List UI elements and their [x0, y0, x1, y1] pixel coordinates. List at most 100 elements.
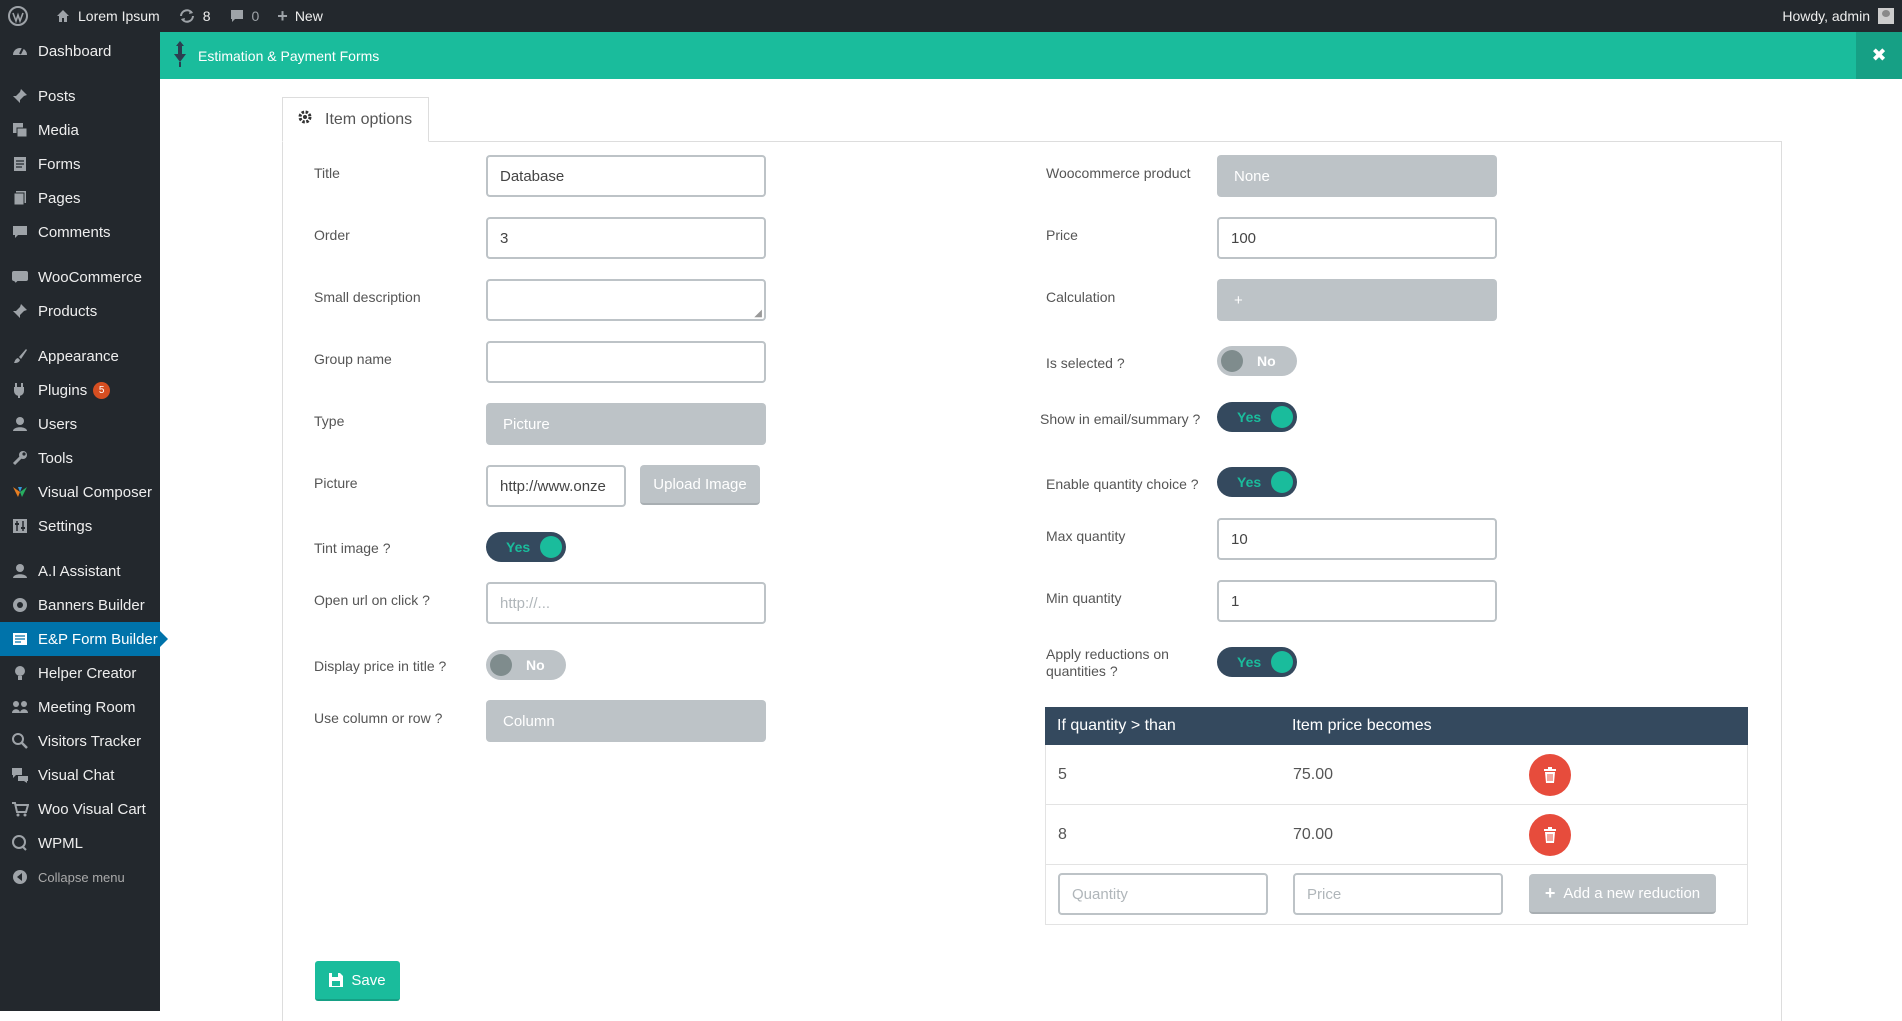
- display-price-label: Display price in title ?: [314, 658, 447, 674]
- small-description-textarea[interactable]: ◢: [486, 279, 766, 321]
- price-input[interactable]: 100: [1217, 217, 1497, 259]
- woocommerce-product-select[interactable]: None: [1217, 155, 1497, 197]
- is-selected-label: Is selected ?: [1046, 355, 1125, 371]
- comments-count: 0: [251, 8, 260, 24]
- new-quantity-input[interactable]: Quantity: [1058, 873, 1268, 915]
- toggle-knob: [1271, 651, 1293, 673]
- calculation-select[interactable]: +: [1217, 279, 1497, 321]
- min-quantity-input[interactable]: 1: [1217, 580, 1497, 622]
- sidebar-item-dashboard[interactable]: Dashboard: [0, 34, 160, 68]
- sidebar-item-meeting-room[interactable]: Meeting Room: [0, 690, 160, 724]
- calculation-label: Calculation: [1046, 289, 1116, 305]
- row-quantity: 8: [1058, 825, 1067, 843]
- max-quantity-label: Max quantity: [1046, 528, 1126, 544]
- column-header-quantity: If quantity > than: [1057, 717, 1176, 734]
- bulb-icon: [10, 663, 30, 683]
- site-name-link[interactable]: Lorem Ipsum: [55, 8, 160, 24]
- show-in-email-label: Show in email/summary ?: [1040, 411, 1201, 427]
- open-url-label: Open url on click ?: [314, 592, 430, 608]
- group-name-input[interactable]: [486, 341, 766, 383]
- open-url-input[interactable]: http://...: [486, 582, 766, 624]
- sidebar-item-pages[interactable]: Pages: [0, 181, 160, 215]
- enable-quantity-label: Enable quantity choice ?: [1046, 476, 1199, 492]
- woocommerce-icon: [10, 267, 30, 287]
- delete-reduction-button[interactable]: [1529, 753, 1571, 796]
- tab-item-options[interactable]: Item options: [282, 97, 429, 142]
- updates-icon: [179, 9, 194, 23]
- column-row-select[interactable]: Column: [486, 700, 766, 742]
- sidebar-item-posts[interactable]: Posts: [0, 79, 160, 113]
- max-quantity-input[interactable]: 10: [1217, 518, 1497, 560]
- settings-icon: [10, 516, 30, 536]
- order-label: Order: [314, 227, 350, 243]
- forms-icon: [10, 154, 30, 174]
- dashboard-icon: [10, 41, 30, 61]
- show-in-email-toggle[interactable]: Yes: [1217, 402, 1297, 432]
- apply-reductions-label: Apply reductions on quantities ?: [1046, 646, 1169, 679]
- new-content-link[interactable]: + New: [277, 6, 323, 27]
- sidebar-item-appearance[interactable]: Appearance: [0, 339, 160, 373]
- wordpress-logo-icon[interactable]: [8, 6, 35, 26]
- sidebar-item-visual-composer[interactable]: Visual Composer: [0, 475, 160, 509]
- updates-count: 8: [202, 8, 211, 24]
- meeting-icon: [10, 697, 30, 717]
- collapse-menu-button[interactable]: Collapse menu: [0, 860, 160, 894]
- account-menu[interactable]: Howdy, admin: [1782, 8, 1894, 24]
- tint-image-toggle[interactable]: Yes: [486, 532, 566, 562]
- display-price-toggle[interactable]: No: [486, 650, 566, 680]
- table-row: 5 75.00: [1045, 745, 1748, 805]
- picture-url-input[interactable]: http://www.onze: [486, 465, 626, 507]
- assistant-icon: [10, 561, 30, 581]
- comment-icon: [230, 10, 243, 22]
- reductions-table: If quantity > than Item price becomes 5 …: [1045, 707, 1748, 925]
- sidebar-item-visitors-tracker[interactable]: Visitors Tracker: [0, 724, 160, 758]
- order-input[interactable]: 3: [486, 217, 766, 259]
- column-header-price: Item price becomes: [1292, 717, 1432, 734]
- trash-icon: [1544, 826, 1556, 843]
- delete-reduction-button[interactable]: [1529, 813, 1571, 856]
- sidebar-item-comments[interactable]: Comments: [0, 215, 160, 249]
- toggle-knob: [490, 654, 512, 676]
- plugin-header: Estimation & Payment Forms ✖: [160, 32, 1902, 79]
- comments-link[interactable]: 0: [229, 8, 260, 24]
- table-row: 8 70.00: [1045, 805, 1748, 865]
- is-selected-toggle[interactable]: No: [1217, 346, 1297, 376]
- admin-sidebar: Dashboard Posts Media Forms Pages Commen…: [0, 32, 168, 1011]
- trash-icon: [1544, 766, 1556, 783]
- collapse-icon: [10, 867, 30, 887]
- sidebar-item-tools[interactable]: Tools: [0, 441, 160, 475]
- plugins-update-badge: 5: [93, 381, 111, 399]
- new-price-input[interactable]: Price: [1293, 873, 1503, 915]
- sidebar-item-woocommerce[interactable]: WooCommerce: [0, 260, 160, 294]
- sidebar-item-banners-builder[interactable]: Banners Builder: [0, 588, 160, 622]
- sidebar-item-helper-creator[interactable]: Helper Creator: [0, 656, 160, 690]
- min-quantity-label: Min quantity: [1046, 590, 1122, 606]
- sidebar-item-visual-chat[interactable]: Visual Chat: [0, 758, 160, 792]
- type-select[interactable]: Picture: [486, 403, 766, 445]
- sidebar-item-wpml[interactable]: WPML: [0, 826, 160, 860]
- close-button[interactable]: ✖: [1856, 32, 1902, 79]
- upload-image-button[interactable]: Upload Image: [640, 465, 760, 505]
- title-input[interactable]: Database: [486, 155, 766, 197]
- sidebar-item-users[interactable]: Users: [0, 407, 160, 441]
- add-reduction-button[interactable]: + Add a new reduction: [1529, 874, 1716, 914]
- apply-reductions-toggle[interactable]: Yes: [1217, 647, 1297, 677]
- sidebar-item-forms[interactable]: Forms: [0, 147, 160, 181]
- close-icon: ✖: [1871, 45, 1887, 65]
- chat-icon: [10, 765, 30, 785]
- table-header: If quantity > than Item price becomes: [1045, 707, 1748, 745]
- type-label: Type: [314, 413, 345, 429]
- sidebar-item-ep-form-builder[interactable]: E&P Form Builder: [0, 622, 168, 656]
- updates-link[interactable]: 8: [178, 8, 211, 24]
- enable-quantity-toggle[interactable]: Yes: [1217, 467, 1297, 497]
- toggle-knob: [1221, 350, 1243, 372]
- sidebar-item-ai-assistant[interactable]: A.I Assistant: [0, 554, 160, 588]
- sidebar-item-products[interactable]: Products: [0, 294, 160, 328]
- sidebar-item-settings[interactable]: Settings: [0, 509, 160, 543]
- save-button[interactable]: Save: [315, 961, 400, 1001]
- products-icon: [10, 301, 30, 321]
- wpml-icon: [10, 833, 30, 853]
- sidebar-item-plugins[interactable]: Plugins 5: [0, 373, 160, 407]
- sidebar-item-woo-visual-cart[interactable]: Woo Visual Cart: [0, 792, 160, 826]
- sidebar-item-media[interactable]: Media: [0, 113, 160, 147]
